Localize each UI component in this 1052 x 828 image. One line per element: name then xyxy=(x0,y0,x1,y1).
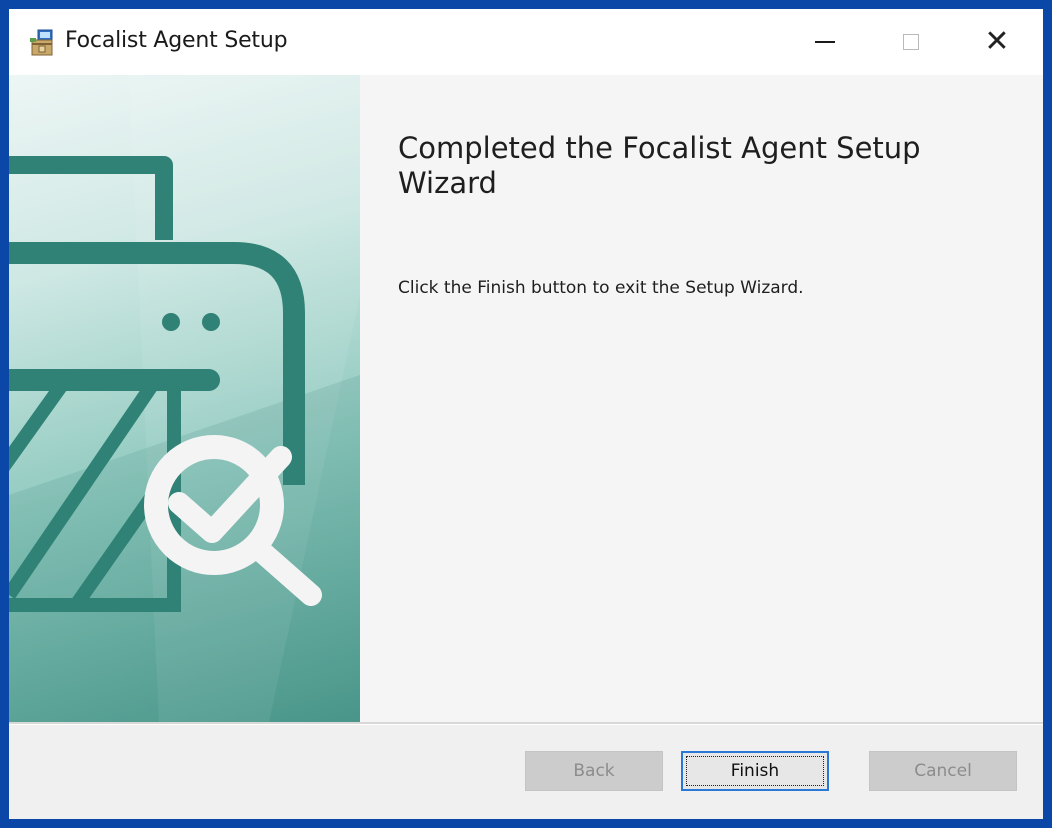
close-icon: ✕ xyxy=(984,24,1010,59)
title-bar[interactable]: Focalist Agent Setup ✕ xyxy=(9,9,1043,75)
installer-icon xyxy=(29,29,57,57)
maximize-icon xyxy=(903,34,919,50)
button-bar: Back Finish Cancel xyxy=(9,725,1043,819)
wizard-content: Completed the Focalist Agent Setup Wizar… xyxy=(360,75,1043,722)
back-button-label: Back xyxy=(573,761,615,781)
maximize-button xyxy=(865,9,957,75)
finish-button[interactable]: Finish xyxy=(681,751,829,791)
cancel-button: Cancel xyxy=(869,751,1017,791)
finish-button-label: Finish xyxy=(730,761,780,781)
page-description: Click the Finish button to exit the Setu… xyxy=(398,278,804,298)
setup-wizard-window: Focalist Agent Setup ✕ Completed the Foc… xyxy=(9,9,1043,819)
cancel-button-label: Cancel xyxy=(914,761,972,781)
page-title: Completed the Focalist Agent Setup Wizar… xyxy=(398,131,921,200)
close-button[interactable]: ✕ xyxy=(951,9,1043,75)
printer-check-magnifier-icon xyxy=(9,75,360,722)
minimize-icon xyxy=(815,41,835,43)
back-button: Back xyxy=(525,751,663,791)
window-title: Focalist Agent Setup xyxy=(65,28,288,53)
minimize-button[interactable] xyxy=(779,9,871,75)
wizard-banner xyxy=(9,75,360,722)
